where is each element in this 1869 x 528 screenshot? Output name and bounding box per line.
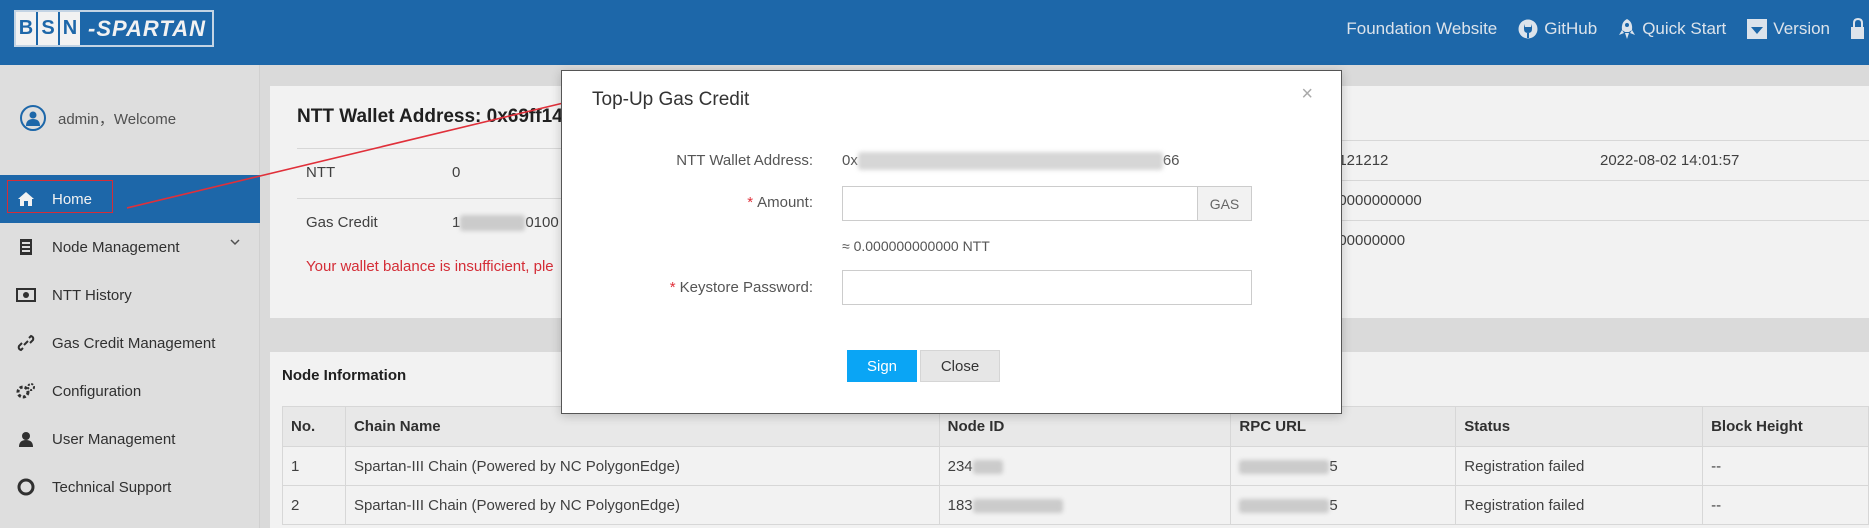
close-icon[interactable]: × [1301,83,1313,106]
sign-button[interactable]: Sign [847,350,917,382]
amount-input-group: GAS [842,186,1252,221]
close-button[interactable]: Close [920,350,1000,382]
required-mark: * [747,194,754,211]
keystore-password-label: * Keystore Password: [670,279,813,296]
amount-label-text: Amount: [757,194,813,211]
required-mark: * [669,279,676,296]
wallet-address-label: NTT Wallet Address: [676,152,813,169]
wallet-address-prefix: 0x [842,152,858,169]
wallet-address-suffix: 66 [1162,152,1180,169]
amount-input[interactable] [843,187,1197,220]
dialog-title: Top-Up Gas Credit [592,89,750,110]
redacted-value [857,152,1163,171]
amount-label: * Amount: [747,194,813,211]
amount-unit: GAS [1197,187,1251,220]
top-up-gas-credit-dialog: Top-Up Gas Credit × NTT Wallet Address: … [561,70,1342,414]
wallet-address-value: 0x 66 [842,152,1180,171]
ntt-equivalent: ≈ 0.000000000000 NTT [842,238,990,254]
keystore-password-input[interactable] [842,270,1252,305]
password-label-text: Keystore Password: [679,279,813,296]
